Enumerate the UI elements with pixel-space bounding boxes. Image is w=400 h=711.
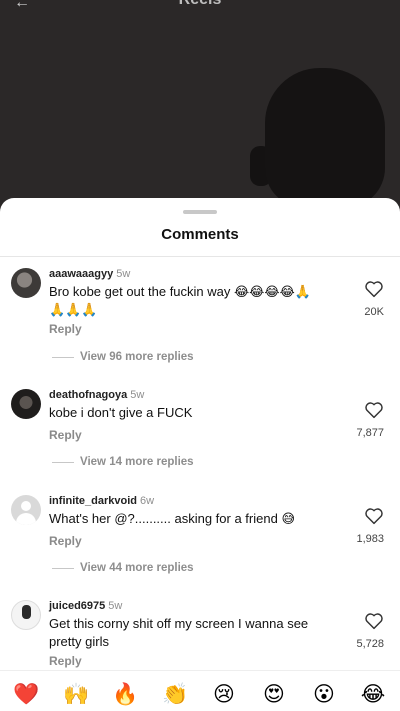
tears-of-joy-emoji-icon[interactable]: 😂 bbox=[360, 681, 386, 707]
replies-line bbox=[52, 461, 74, 463]
comment-text-line: kobe i don't give a FUCK bbox=[49, 405, 193, 420]
view-replies-label: View 96 more replies bbox=[80, 351, 194, 363]
comments-sheet: Comments aaawaaagyy 5w Bro kobe get out t… bbox=[0, 198, 400, 711]
view-replies-label: View 44 more replies bbox=[80, 562, 194, 574]
comment-meta: juiced6975 5w bbox=[49, 600, 122, 612]
heart-icon[interactable] bbox=[364, 280, 384, 298]
comment-username[interactable]: aaawaaagyy bbox=[49, 268, 113, 280]
raising-hands-emoji-icon[interactable]: 🙌 bbox=[63, 681, 89, 707]
divider bbox=[0, 256, 400, 257]
view-replies-button[interactable]: View 14 more replies bbox=[52, 456, 194, 468]
comment-text-line: Bro kobe get out the fuckin way 😂😂😂😂🙏 bbox=[49, 284, 311, 299]
like-count: 20K bbox=[364, 306, 384, 318]
avatar[interactable] bbox=[11, 268, 41, 298]
comment-age: 5w bbox=[116, 268, 131, 280]
video-person bbox=[250, 68, 400, 218]
view-replies-button[interactable]: View 96 more replies bbox=[52, 351, 194, 363]
heart-eyes-emoji-icon[interactable]: 😍 bbox=[261, 681, 287, 707]
like-count: 5,728 bbox=[356, 638, 384, 650]
reply-button[interactable]: Reply bbox=[49, 654, 82, 668]
comments-title: Comments bbox=[161, 226, 239, 243]
surprised-face-emoji-icon[interactable]: 😮 bbox=[311, 681, 337, 707]
fire-emoji-icon[interactable]: 🔥 bbox=[112, 681, 138, 707]
replies-line bbox=[52, 356, 74, 358]
reply-button[interactable]: Reply bbox=[49, 322, 82, 336]
comment-age: 5w bbox=[108, 600, 123, 612]
emoji-reaction-bar: ❤️ 🙌 🔥 👏 😢 😍 😮 😂 bbox=[0, 670, 400, 711]
crying-face-emoji-icon[interactable]: 😢 bbox=[211, 681, 237, 707]
comment-text: Bro kobe get out the fuckin way 😂😂😂😂🙏 🙏🙏… bbox=[49, 283, 339, 319]
comment-meta: aaawaaagyy 5w bbox=[49, 268, 130, 280]
comment-text-line: What's her @?.......... asking for a fri… bbox=[49, 511, 295, 526]
page-title: Reels bbox=[0, 0, 400, 9]
comment-username[interactable]: infinite_darkvoid bbox=[49, 495, 137, 507]
comment-text: Get this corny shit off my screen I wann… bbox=[49, 615, 339, 651]
comment-meta: infinite_darkvoid 6w bbox=[49, 495, 154, 507]
view-replies-button[interactable]: View 44 more replies bbox=[52, 562, 194, 574]
red-heart-emoji-icon[interactable]: ❤️ bbox=[13, 681, 39, 707]
clapping-hands-emoji-icon[interactable]: 👏 bbox=[162, 681, 188, 707]
view-replies-label: View 14 more replies bbox=[80, 456, 194, 468]
replies-line bbox=[52, 567, 74, 569]
comment-age: 5w bbox=[130, 389, 145, 401]
comment-text: kobe i don't give a FUCK bbox=[49, 404, 339, 422]
avatar[interactable] bbox=[11, 495, 41, 525]
heart-icon[interactable] bbox=[364, 612, 384, 630]
reply-button[interactable]: Reply bbox=[49, 428, 82, 442]
comment-username[interactable]: juiced6975 bbox=[49, 600, 105, 612]
like-count: 1,983 bbox=[356, 533, 384, 545]
comment-text: What's her @?.......... asking for a fri… bbox=[49, 510, 339, 528]
comment-text-line: pretty girls bbox=[49, 634, 109, 649]
reply-button[interactable]: Reply bbox=[49, 534, 82, 548]
video-background[interactable]: ← Reels bbox=[0, 0, 400, 220]
comment-age: 6w bbox=[140, 495, 155, 507]
comment-meta: deathofnagoya 5w bbox=[49, 389, 144, 401]
avatar[interactable] bbox=[11, 389, 41, 419]
heart-icon[interactable] bbox=[364, 507, 384, 525]
like-count: 7,877 bbox=[356, 427, 384, 439]
heart-icon[interactable] bbox=[364, 401, 384, 419]
comment-text-line: Get this corny shit off my screen I wann… bbox=[49, 616, 309, 631]
sheet-grabber[interactable] bbox=[183, 210, 217, 214]
comment-text-line: 🙏🙏🙏 bbox=[49, 302, 98, 317]
comment-username[interactable]: deathofnagoya bbox=[49, 389, 127, 401]
avatar[interactable] bbox=[11, 600, 41, 630]
person-head bbox=[265, 68, 385, 208]
